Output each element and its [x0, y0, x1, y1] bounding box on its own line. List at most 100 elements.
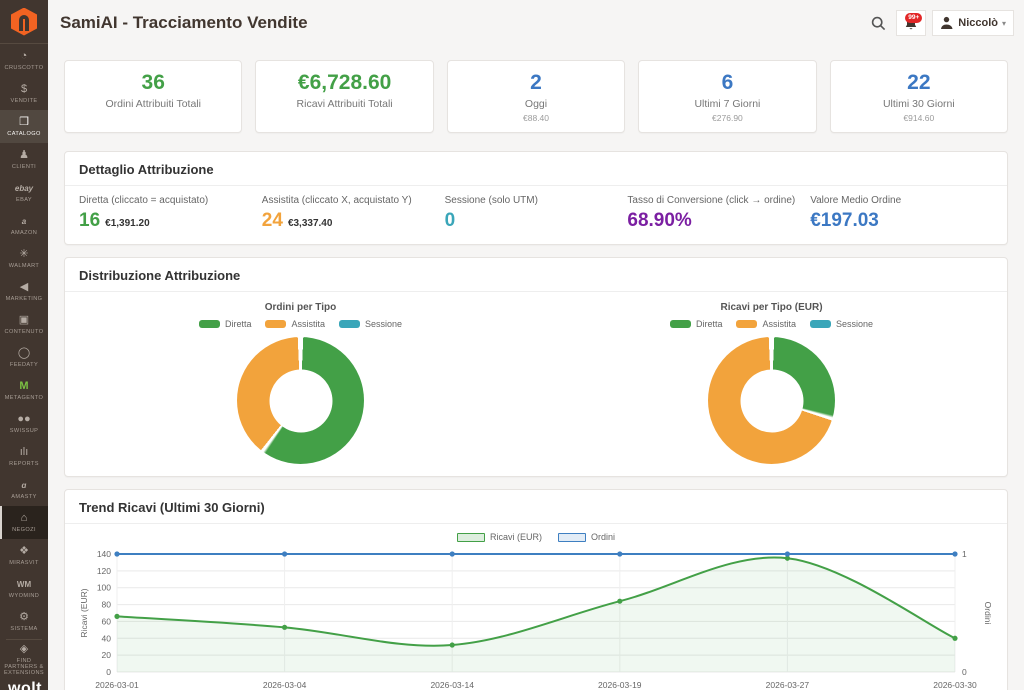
partner-footer-logo: wolt — [8, 680, 42, 690]
swissup-logo-icon: ●● — [17, 414, 30, 426]
sidebar-item-feedaty[interactable]: ◯ FEEDATY — [0, 341, 48, 374]
notifications-button[interactable]: 99+ — [896, 10, 926, 36]
svg-text:Ricavi (EUR): Ricavi (EUR) — [79, 588, 89, 637]
orders-donut-chart — [237, 337, 364, 464]
ebay-logo-icon: ebay — [15, 183, 33, 195]
admin-sidebar: ◔ CRUSCOTTO $ VENDITE ❒ CATALOGO ♟ CLIEN… — [0, 0, 48, 690]
svg-text:20: 20 — [102, 650, 112, 660]
legend-swatch — [457, 533, 485, 542]
sidebar-item-find-partners[interactable]: ◈ FIND PARTNERS & EXTENSIONS — [0, 641, 48, 678]
mirasvit-diamond-icon: ❖ — [19, 546, 29, 558]
stat-cards-row: 36 Ordini Attribuiti Totali €6,728.60 Ri… — [48, 46, 1024, 139]
svg-text:0: 0 — [106, 667, 111, 677]
svg-text:2026-03-30: 2026-03-30 — [933, 680, 977, 690]
system-gear-icon: ⚙ — [19, 612, 29, 624]
stat-sub: €914.60 — [835, 113, 1003, 123]
sidebar-item-walmart[interactable]: ✳ WALMART — [0, 242, 48, 275]
notification-count-badge: 99+ — [905, 13, 922, 23]
sidebar-item-metagento[interactable]: M METAGENTO — [0, 374, 48, 407]
sidebar-item-catalogo[interactable]: ❒ CATALOGO — [0, 110, 48, 143]
svg-text:0: 0 — [962, 667, 967, 677]
sidebar-item-swissup[interactable]: ●● SWISSUP — [0, 407, 48, 440]
legend-swatch — [670, 320, 691, 328]
chart-title: Ricavi per Tipo (EUR) — [720, 302, 822, 313]
user-name: Niccolò — [958, 17, 998, 29]
app-window: ◔ CRUSCOTTO $ VENDITE ❒ CATALOGO ♟ CLIEN… — [0, 0, 1024, 690]
legend-item-assistita[interactable]: Assistita — [265, 319, 325, 329]
metric-diretta: Diretta (cliccato = acquistato) 16 €1,39… — [79, 195, 262, 231]
sidebar-item-reports[interactable]: ılı REPORTS — [0, 440, 48, 473]
user-avatar-icon — [940, 16, 953, 30]
sidebar-item-cruscotto[interactable]: ◔ CRUSCOTTO — [0, 44, 48, 77]
legend-swatch — [558, 533, 586, 542]
legend-item-ricavi[interactable]: Ricavi (EUR) — [457, 532, 542, 542]
stat-value: €6,728.60 — [260, 71, 428, 95]
extensions-icon: ◈ — [20, 644, 28, 656]
stat-label: Oggi — [452, 98, 620, 110]
page-title: SamiAI - Tracciamento Vendite — [60, 13, 308, 33]
amazon-logo-icon: a — [22, 216, 26, 228]
amasty-logo-icon: ɑ — [22, 480, 27, 492]
metric-value: €197.03 — [810, 211, 879, 231]
svg-text:2026-03-04: 2026-03-04 — [263, 680, 307, 690]
sidebar-item-sistema[interactable]: ⚙ SISTEMA — [0, 605, 48, 638]
metric-value: 24 — [262, 211, 283, 231]
svg-text:2026-03-01: 2026-03-01 — [95, 680, 139, 690]
stat-sub — [260, 113, 428, 122]
trend-legend: Ricavi (EUR) Ordini — [65, 524, 1007, 544]
stat-sub: €88.40 — [452, 113, 620, 123]
svg-text:2026-03-27: 2026-03-27 — [766, 680, 810, 690]
feedaty-hexagon-icon: ◯ — [18, 348, 30, 360]
magento-logo-icon — [11, 8, 37, 36]
svg-text:2026-03-19: 2026-03-19 — [598, 680, 642, 690]
stat-label: Ultimi 7 Giorni — [643, 98, 811, 110]
svg-text:Ordini: Ordini — [983, 602, 993, 625]
metagento-logo-icon: M — [19, 381, 28, 393]
legend-item-diretta[interactable]: Diretta — [199, 319, 252, 329]
metric-sessione: Sessione (solo UTM) 0 — [445, 195, 628, 231]
svg-text:1: 1 — [962, 549, 967, 559]
stat-sub: €276.90 — [643, 113, 811, 123]
sidebar-item-amasty[interactable]: ɑ AMASTY — [0, 473, 48, 506]
metric-valore-medio: Valore Medio Ordine €197.03 — [810, 195, 993, 231]
revenue-donut-chart — [708, 337, 835, 464]
chevron-down-icon: ▾ — [1002, 19, 1006, 28]
stat-value: 22 — [835, 71, 1003, 95]
svg-text:60: 60 — [102, 616, 112, 626]
sidebar-item-marketing[interactable]: ◀ MARKETING — [0, 275, 48, 308]
stat-card-ricavi-totali: €6,728.60 Ricavi Attribuiti Totali — [255, 60, 433, 133]
sidebar-item-ebay[interactable]: ebay EBAY — [0, 176, 48, 209]
legend-item-sessione[interactable]: Sessione — [339, 319, 402, 329]
magento-logo[interactable] — [0, 0, 48, 44]
search-icon — [871, 16, 886, 31]
chart-title: Ordini per Tipo — [265, 302, 336, 313]
sidebar-item-negozi[interactable]: ⌂ NEGOZI — [0, 506, 48, 539]
svg-text:80: 80 — [102, 600, 112, 610]
sidebar-item-mirasvit[interactable]: ❖ MIRASVIT — [0, 539, 48, 572]
metric-value: 0 — [445, 211, 456, 231]
stat-label: Ordini Attribuiti Totali — [69, 98, 237, 110]
svg-text:120: 120 — [97, 566, 111, 576]
sidebar-item-contenuto[interactable]: ▣ CONTENUTO — [0, 308, 48, 341]
svg-text:100: 100 — [97, 583, 111, 593]
legend-swatch — [199, 320, 220, 328]
search-button[interactable] — [867, 12, 890, 35]
legend-item-assistita[interactable]: Assistita — [736, 319, 796, 329]
chart-legend: Diretta Assistita Sessione — [199, 319, 402, 329]
trend-panel: Trend Ricavi (Ultimi 30 Giorni) Ricavi (… — [64, 489, 1008, 690]
user-menu[interactable]: Niccolò ▾ — [932, 10, 1014, 36]
legend-item-diretta[interactable]: Diretta — [670, 319, 723, 329]
legend-item-sessione[interactable]: Sessione — [810, 319, 873, 329]
svg-text:140: 140 — [97, 549, 111, 559]
sidebar-item-vendite[interactable]: $ VENDITE — [0, 77, 48, 110]
reports-barchart-icon: ılı — [20, 447, 29, 459]
sidebar-item-wyomind[interactable]: WM WYOMIND — [0, 572, 48, 605]
legend-swatch — [265, 320, 286, 328]
sidebar-item-clienti[interactable]: ♟ CLIENTI — [0, 143, 48, 176]
metric-sub-value: €1,391.20 — [105, 218, 150, 229]
attribution-metrics: Diretta (cliccato = acquistato) 16 €1,39… — [65, 186, 1007, 244]
legend-item-ordini[interactable]: Ordini — [558, 532, 615, 542]
sidebar-item-amazon[interactable]: a AMAZON — [0, 209, 48, 242]
walmart-spark-icon: ✳ — [19, 249, 28, 261]
stat-card-oggi: 2 Oggi €88.40 — [447, 60, 625, 133]
